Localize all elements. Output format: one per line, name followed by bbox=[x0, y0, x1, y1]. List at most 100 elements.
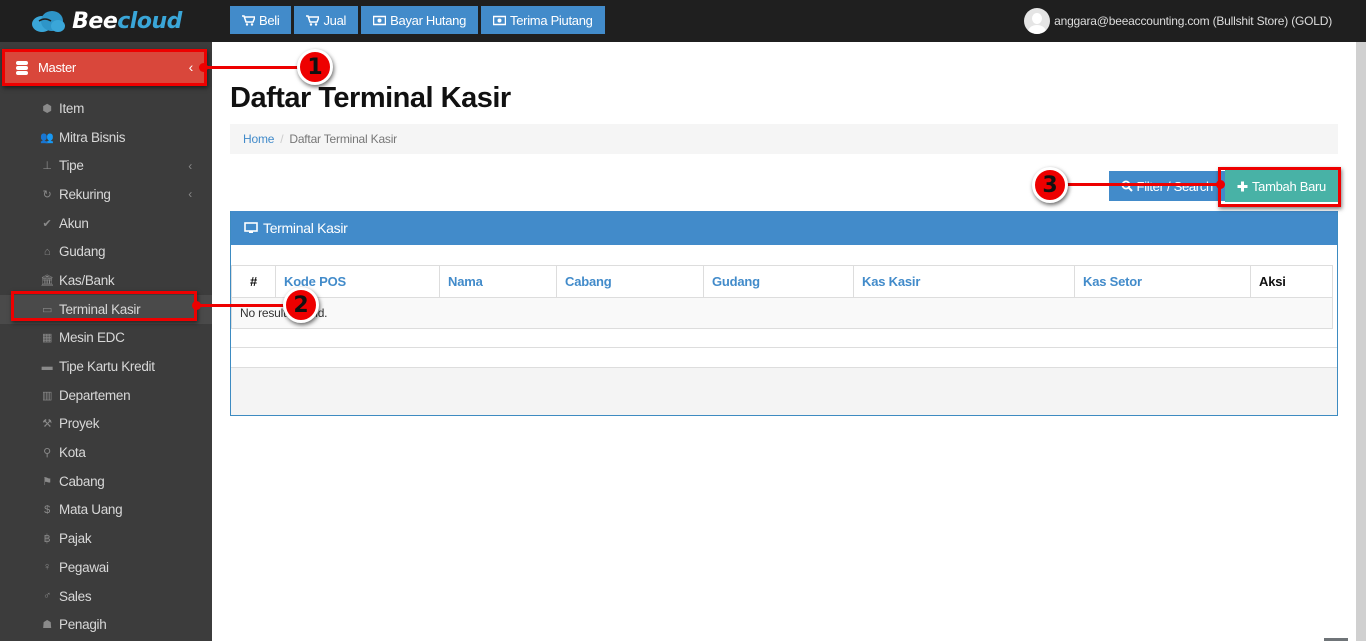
bayar-hutang-label: Bayar Hutang bbox=[390, 12, 467, 28]
annotation-dot-1 bbox=[199, 63, 208, 72]
sidebar-item-item[interactable]: ⬢ Item bbox=[0, 94, 212, 123]
bayar-hutang-button[interactable]: Bayar Hutang bbox=[361, 6, 479, 34]
sidebar-item-rekuring[interactable]: ↻ Rekuring ‹ bbox=[0, 180, 212, 209]
sitemap-icon: ⊥ bbox=[42, 160, 52, 173]
terminal-table: # Kode POS Nama Cabang Gudang Kas Kasir … bbox=[231, 265, 1333, 329]
sidebar-menu: ⬢ Item 👥 Mitra Bisnis ⊥ Tipe ‹ ↻ Rekuring ‹ ✔ Akun ⌂… bbox=[0, 94, 212, 639]
users-icon: 👥 bbox=[40, 131, 54, 144]
sidebar-item-label: Kota bbox=[59, 445, 86, 461]
sidebar-item-label: Departemen bbox=[59, 387, 131, 403]
sidebar-item-mata-uang[interactable]: $ Mata Uang bbox=[0, 496, 212, 525]
empty-message: No results found. bbox=[231, 297, 1333, 329]
annotation-line-1 bbox=[204, 66, 300, 69]
col-cabang[interactable]: Cabang bbox=[556, 265, 704, 298]
male-icon: ♂ bbox=[43, 590, 51, 603]
calculator-icon: ▦ bbox=[41, 332, 53, 345]
sidebar-item-label: Pegawai bbox=[59, 559, 109, 575]
logo-text: Beecloud bbox=[72, 8, 182, 34]
sidebar-item-label: Kas/Bank bbox=[59, 272, 115, 288]
repeat-icon: ↻ bbox=[42, 188, 52, 201]
col-gudang[interactable]: Gudang bbox=[703, 265, 854, 298]
beli-button[interactable]: Beli bbox=[230, 6, 292, 34]
sidebar-item-label: Mesin EDC bbox=[59, 330, 125, 346]
table-header-row: # Kode POS Nama Cabang Gudang Kas Kasir … bbox=[231, 265, 1333, 298]
money-icon bbox=[373, 15, 387, 25]
panel-title: Terminal Kasir bbox=[263, 220, 348, 236]
cart-icon bbox=[242, 14, 255, 26]
sidebar-item-tipe-kartu-kredit[interactable]: ▬ Tipe Kartu Kredit bbox=[0, 352, 212, 381]
bank-icon: 🏛 bbox=[40, 274, 54, 287]
annotation-box-1 bbox=[2, 49, 207, 86]
page-scrollbar[interactable] bbox=[1356, 42, 1366, 641]
sidebar-item-penagih[interactable]: ☗ Penagih bbox=[0, 610, 212, 639]
top-navbar: Beecloud Beli Jual Bayar Hutang Terima P… bbox=[0, 0, 1366, 42]
sidebar: Master ‹ ⬢ Item 👥 Mitra Bisnis ⊥ Tipe ‹ ↻ Rekuri… bbox=[0, 42, 212, 641]
annotation-marker-1: 1 bbox=[297, 49, 333, 85]
money-icon bbox=[493, 15, 507, 25]
breadcrumb-home-link[interactable]: Home bbox=[243, 132, 274, 146]
credit-card-icon: ▬ bbox=[41, 360, 53, 373]
sidebar-item-mesin-edc[interactable]: ▦ Mesin EDC bbox=[0, 324, 212, 353]
sidebar-item-pegawai[interactable]: ♀ Pegawai bbox=[0, 553, 212, 582]
page-title: Daftar Terminal Kasir bbox=[230, 82, 511, 114]
sidebar-item-cabang[interactable]: ⚑ Cabang bbox=[0, 467, 212, 496]
cloud-logo-icon bbox=[32, 11, 66, 32]
cube-icon: ⬢ bbox=[42, 102, 52, 115]
filter-search-button[interactable]: Filter / Search bbox=[1108, 171, 1225, 201]
map-marker-icon: ⚲ bbox=[43, 447, 51, 460]
breadcrumb-separator: / bbox=[280, 132, 284, 146]
home-icon: ⌂ bbox=[43, 245, 51, 258]
sidebar-item-label: Mata Uang bbox=[59, 502, 123, 518]
sidebar-item-label: Proyek bbox=[59, 416, 100, 432]
panel-header: Terminal Kasir bbox=[231, 211, 1337, 245]
flag-icon: ⚑ bbox=[42, 475, 52, 488]
sidebar-item-sales[interactable]: ♂ Sales bbox=[0, 582, 212, 611]
terima-piutang-button[interactable]: Terima Piutang bbox=[481, 6, 605, 34]
panel-footer bbox=[231, 367, 1337, 415]
annotation-marker-2: 2 bbox=[283, 287, 319, 323]
sidebar-item-label: Akun bbox=[59, 215, 89, 231]
col-aksi: Aksi bbox=[1250, 265, 1333, 298]
col-nama[interactable]: Nama bbox=[439, 265, 557, 298]
sidebar-item-tipe[interactable]: ⊥ Tipe ‹ bbox=[0, 151, 212, 180]
sidebar-item-label: Gudang bbox=[59, 244, 106, 260]
user-menu[interactable]: anggara@beeaccounting.com (Bullshit Stor… bbox=[1024, 8, 1332, 34]
sidebar-item-label: Pajak bbox=[59, 531, 92, 547]
logo[interactable]: Beecloud bbox=[0, 0, 212, 42]
divider bbox=[231, 347, 1337, 348]
table-row: No results found. bbox=[231, 297, 1333, 329]
sidebar-item-proyek[interactable]: ⚒ Proyek bbox=[0, 410, 212, 439]
sidebar-item-label: Mitra Bisnis bbox=[59, 129, 126, 145]
sidebar-item-gudang[interactable]: ⌂ Gudang bbox=[0, 237, 212, 266]
building-icon: ▥ bbox=[41, 389, 53, 402]
sidebar-item-label: Cabang bbox=[59, 473, 105, 489]
user-label: anggara@beeaccounting.com (Bullshit Stor… bbox=[1054, 14, 1332, 28]
jual-button[interactable]: Jual bbox=[294, 6, 359, 34]
chevron-left-icon: ‹ bbox=[188, 158, 192, 173]
bitcoin-icon: ฿ bbox=[43, 533, 51, 546]
col-number[interactable]: # bbox=[231, 265, 276, 298]
annotation-dot-2 bbox=[192, 301, 201, 310]
female-icon: ♀ bbox=[43, 561, 51, 574]
sidebar-item-pajak[interactable]: ฿ Pajak bbox=[0, 524, 212, 553]
sidebar-item-label: Tipe Kartu Kredit bbox=[59, 359, 155, 375]
sidebar-item-departemen[interactable]: ▥ Departemen bbox=[0, 381, 212, 410]
chevron-left-icon: ‹ bbox=[188, 187, 192, 202]
sidebar-item-label: Item bbox=[59, 100, 85, 116]
user-md-icon: ☗ bbox=[42, 619, 52, 632]
sidebar-item-label: Sales bbox=[59, 588, 92, 604]
gavel-icon: ⚒ bbox=[42, 418, 52, 431]
annotation-line-3 bbox=[1066, 183, 1222, 186]
annotation-box-3 bbox=[1218, 167, 1341, 207]
desktop-icon bbox=[244, 222, 258, 233]
col-kas-setor[interactable]: Kas Setor bbox=[1074, 265, 1251, 298]
sidebar-item-mitra-bisnis[interactable]: 👥 Mitra Bisnis bbox=[0, 123, 212, 152]
beli-label: Beli bbox=[259, 12, 280, 28]
sidebar-item-kota[interactable]: ⚲ Kota bbox=[0, 438, 212, 467]
quick-actions: Beli Jual Bayar Hutang Terima Piutang bbox=[230, 6, 605, 34]
col-kas-kasir[interactable]: Kas Kasir bbox=[853, 265, 1075, 298]
sidebar-item-akun[interactable]: ✔ Akun bbox=[0, 209, 212, 238]
sidebar-item-label: Tipe bbox=[59, 158, 84, 174]
avatar bbox=[1024, 8, 1051, 34]
search-icon bbox=[1121, 180, 1133, 192]
